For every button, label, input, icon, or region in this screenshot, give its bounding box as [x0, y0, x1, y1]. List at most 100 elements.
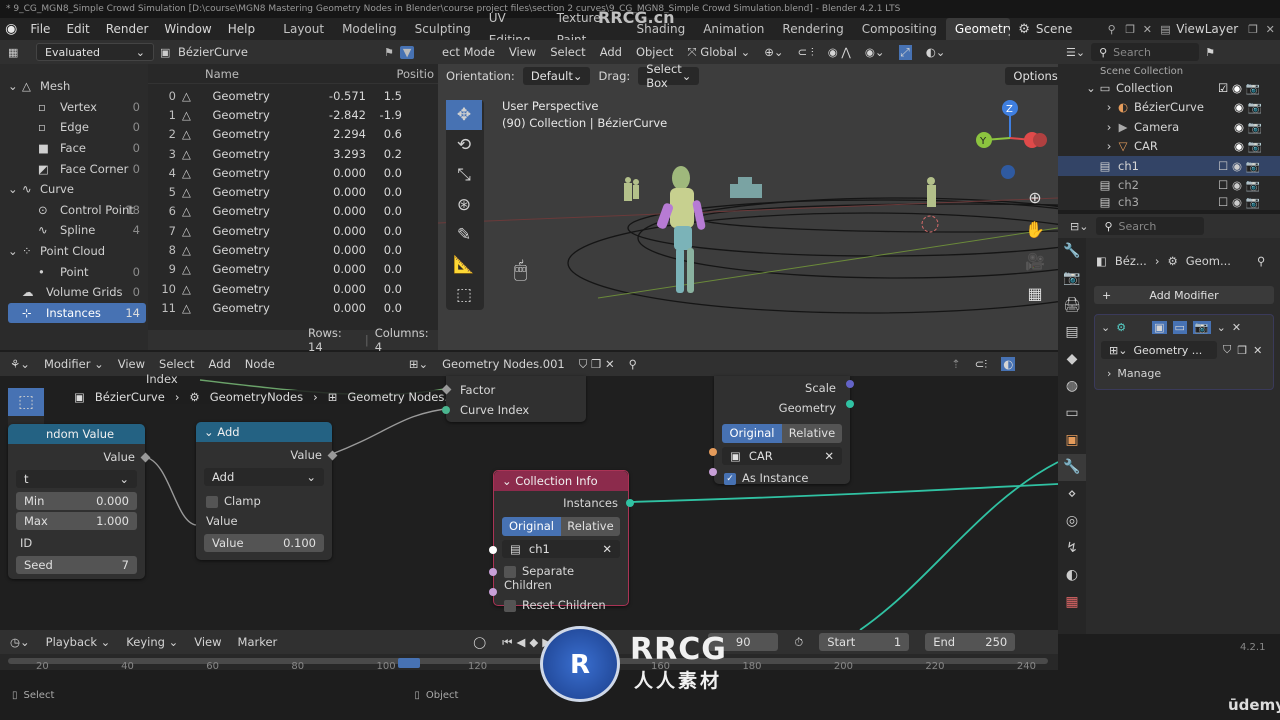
tree-volume-grids[interactable]: ☁ Volume Grids 0 — [8, 282, 146, 303]
object-transform-toggle[interactable]: Original Relative — [722, 424, 842, 443]
random-type-dropdown[interactable]: t ⌄ — [16, 470, 137, 488]
operation-dropdown[interactable]: Add ⌄ — [204, 468, 324, 486]
data-tab-icon[interactable]: ◐ — [1058, 562, 1086, 589]
collection-tab-icon[interactable]: ▭ — [1058, 400, 1086, 427]
editor-type-icon[interactable]: ▦ — [8, 46, 30, 59]
edit-mode-toggle-icon[interactable]: ▣ — [1152, 320, 1167, 334]
outliner-car[interactable]: › ▽ CAR ◉ 📷 — [1058, 137, 1280, 157]
outliner-search[interactable]: ⚲ Search — [1091, 43, 1200, 61]
proportional-icon[interactable]: ◉ ⋀ — [828, 45, 851, 59]
outliner-ch1[interactable]: ▤ ch1 ☐ ◉ 📷 — [1058, 156, 1280, 176]
as-instance-checkbox[interactable]: ✓ As Instance — [714, 468, 850, 488]
viewport-toggle-icon[interactable]: ▭ — [1172, 320, 1187, 334]
tree-mesh[interactable]: ⌄ △ Mesh — [8, 76, 146, 97]
mode-dropdown[interactable]: ect Mode — [442, 45, 495, 59]
manage-subpanel[interactable]: › Manage — [1095, 361, 1273, 385]
collection-info-node[interactable]: ⌄ Collection Info Instances Original Rela… — [489, 470, 634, 612]
add-modifier-button[interactable]: + Add Modifier — [1094, 286, 1274, 304]
options-dropdown[interactable]: Options⌄ — [1005, 67, 1058, 85]
tree-point[interactable]: • Point 0 — [8, 261, 146, 282]
transform-tool-icon[interactable]: ⊛ — [446, 190, 482, 220]
pivot-icon[interactable]: ⊕⌄ — [764, 45, 783, 59]
outliner-type-icon[interactable]: ☰⌄ — [1066, 46, 1085, 59]
tree-vertex[interactable]: ▫ Vertex 0 — [8, 97, 146, 118]
column-name-header[interactable]: Name — [148, 67, 296, 81]
new-scene-icon[interactable]: ❐ — [1125, 23, 1143, 36]
menu-render[interactable]: Render — [98, 18, 157, 40]
drag-dropdown[interactable]: Select Box ⌄ — [638, 62, 700, 90]
collection-field[interactable]: ▤ ch1 ✕ — [502, 540, 620, 558]
delete-scene-icon[interactable]: ✕ — [1143, 23, 1161, 36]
tree-edge[interactable]: ▫ Edge 0 — [8, 117, 146, 138]
properties-type-icon[interactable]: ⊟⌄ — [1070, 220, 1088, 233]
tree-instances[interactable]: ⊹ Instances 14 — [8, 302, 146, 324]
scale-tool-icon[interactable]: ⤡ — [446, 160, 482, 190]
texture-tab-icon[interactable]: ▦ — [1058, 589, 1086, 616]
factor-node[interactable]: Factor Curve Index — [441, 376, 586, 422]
menu-help[interactable]: Help — [220, 18, 263, 40]
tree-face[interactable]: ■ Face 0 — [8, 138, 146, 159]
marker-menu[interactable]: Marker — [238, 635, 278, 649]
new-view-layer-icon[interactable]: ❐ — [1248, 23, 1266, 36]
dropdown-icon[interactable]: ⌄ — [1217, 321, 1226, 334]
gizmo-icon[interactable]: ⤢ — [898, 44, 912, 60]
tree-control-point[interactable]: ⊙ Control Point 18 — [8, 200, 146, 221]
view-menu[interactable]: View — [194, 635, 221, 649]
tree-face-corner[interactable]: ◩ Face Corner 0 — [8, 158, 146, 179]
random-value-node[interactable]: ndom Value Value t ⌄ Min 0.000 Max 1.000 ID… — [8, 424, 151, 579]
transform-orientation-dropdown[interactable]: ⤧ Global ⌄ — [687, 45, 750, 60]
constraints-tab-icon[interactable]: ↯ — [1058, 535, 1086, 562]
filter-icon[interactable]: ⚑ — [384, 46, 394, 59]
menu-select[interactable]: Select — [550, 45, 585, 59]
seed-field[interactable]: Seed 7 — [16, 556, 137, 574]
grid-view-icon[interactable]: ▦ — [1022, 278, 1048, 310]
start-frame-field[interactable]: Start 1 — [819, 633, 910, 651]
clamp-checkbox[interactable]: Clamp — [196, 490, 332, 512]
menu-file[interactable]: File — [22, 18, 58, 40]
keying-menu[interactable]: Keying ⌄ — [126, 635, 178, 649]
properties-search[interactable]: ⚲ Search — [1096, 217, 1205, 235]
tree-spline[interactable]: ∿ Spline 4 — [8, 220, 146, 241]
max-field[interactable]: Max 1.000 — [16, 512, 137, 530]
view-layer-selector[interactable]: ViewLayer — [1176, 22, 1248, 36]
delete-view-layer-icon[interactable]: ✕ — [1266, 23, 1280, 36]
menu-object[interactable]: Object — [636, 45, 673, 59]
tree-curve[interactable]: ⌄ ∿ Curve — [8, 179, 146, 200]
pan-hand-icon[interactable]: ✋ — [1022, 214, 1048, 246]
separate-children-checkbox[interactable]: Separate Children — [494, 561, 628, 595]
modifier-tab-icon[interactable]: 🔧 — [1058, 454, 1086, 481]
tab-modeling[interactable]: Modeling — [333, 18, 406, 40]
playback-menu[interactable]: Playback ⌄ — [46, 635, 111, 649]
object-field[interactable]: ▣ CAR ✕ — [722, 447, 842, 465]
object-info-node[interactable]: Scale Geometry Original Relative ▣ CAR ✕ ✓ A… — [709, 376, 854, 485]
funnel-icon[interactable]: ▼ — [399, 45, 415, 59]
pin-icon[interactable]: ⚲ — [1108, 23, 1126, 36]
render-tab-icon[interactable]: 📷 — [1058, 265, 1086, 292]
physics-tab-icon[interactable]: ◎ — [1058, 508, 1086, 535]
output-tab-icon[interactable]: 🖨 — [1058, 292, 1086, 319]
outliner-collection[interactable]: ⌄ ▭ Collection ☑ ◉ 📷 — [1058, 78, 1280, 98]
select-box-tool-icon[interactable]: ⬚ — [8, 388, 44, 416]
tool-tab-icon[interactable]: 🔧 — [1058, 238, 1086, 265]
node-editor[interactable]: ⚘⌄ Modifier ⌄ View Select Add Node ⊞⌄ Ge… — [0, 352, 1058, 630]
snap-icon[interactable]: ⊂ ⫶ — [798, 45, 814, 60]
tab-rendering[interactable]: Rendering — [773, 18, 852, 40]
annotate-tool-icon[interactable]: ✎ — [446, 220, 482, 250]
zoom-icon[interactable]: ⊕ — [1022, 182, 1048, 214]
add-cube-tool-icon[interactable]: ⬚ — [446, 280, 482, 310]
rotate-tool-icon[interactable]: ⟲ — [446, 130, 482, 160]
world-tab-icon[interactable]: ◍ — [1058, 373, 1086, 400]
outliner-scene-collection[interactable]: Scene Collection — [1058, 64, 1280, 78]
tab-animation[interactable]: Animation — [694, 18, 773, 40]
tab-layout[interactable]: Layout — [274, 18, 333, 40]
math-add-node[interactable]: ⌄ Add Value Add ⌄ Clamp Value Value 0.100 — [196, 422, 338, 560]
menu-view[interactable]: View — [509, 45, 536, 59]
transform-space-toggle[interactable]: Original Relative — [502, 517, 620, 536]
column-position-header[interactable]: Positio — [296, 67, 436, 81]
filter-icon[interactable]: ⚑ — [1205, 46, 1215, 59]
object-tab-icon[interactable]: ▣ — [1058, 427, 1086, 454]
overlays-icon[interactable]: ◐⌄ — [926, 45, 946, 59]
node-group-selector[interactable]: ⊞⌄ Geometry ... — [1101, 341, 1217, 359]
unlink-icon[interactable]: ✕ — [1253, 344, 1262, 357]
record-icon[interactable]: ◯ — [473, 635, 486, 649]
